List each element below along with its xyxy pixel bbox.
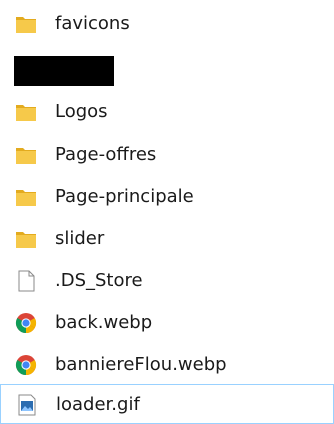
file-list: favicons Logos Page-offres Page-principa… bbox=[0, 0, 334, 424]
file-row-page-principale[interactable]: Page-principale bbox=[0, 177, 334, 217]
file-name: Logos bbox=[55, 101, 108, 122]
file-name: slider bbox=[55, 228, 105, 249]
chrome-icon bbox=[15, 355, 37, 376]
chrome-icon bbox=[15, 313, 37, 334]
folder-icon bbox=[16, 232, 36, 248]
file-row-favicons[interactable]: favicons bbox=[0, 4, 334, 44]
folder-icon bbox=[16, 148, 36, 164]
file-row-bannierefiou-webp[interactable]: banniereFlou.webp bbox=[0, 345, 334, 385]
file-row-logos[interactable]: Logos bbox=[0, 92, 334, 132]
file-name: Page-offres bbox=[55, 144, 157, 165]
folder-icon bbox=[16, 105, 36, 121]
file-name: back.webp bbox=[55, 312, 153, 333]
folder-icon bbox=[16, 190, 36, 206]
file-name: Page-principale bbox=[55, 186, 194, 207]
file-name: .DS_Store bbox=[55, 270, 143, 291]
file-row-ds-store[interactable]: .DS_Store bbox=[0, 261, 334, 301]
redacted-block bbox=[14, 56, 114, 86]
image-file-icon bbox=[18, 394, 36, 416]
file-row-back-webp[interactable]: back.webp bbox=[0, 303, 334, 343]
file-row-loader-gif[interactable]: loader.gif bbox=[0, 384, 334, 424]
file-row-slider[interactable]: slider bbox=[0, 219, 334, 259]
blank-file-icon bbox=[18, 270, 35, 292]
file-name: loader.gif bbox=[56, 394, 140, 415]
file-row-redacted[interactable] bbox=[0, 48, 334, 88]
file-name: banniereFlou.webp bbox=[55, 354, 227, 375]
file-row-page-offres[interactable]: Page-offres bbox=[0, 135, 334, 175]
file-name: favicons bbox=[55, 13, 130, 34]
folder-icon bbox=[16, 17, 36, 33]
